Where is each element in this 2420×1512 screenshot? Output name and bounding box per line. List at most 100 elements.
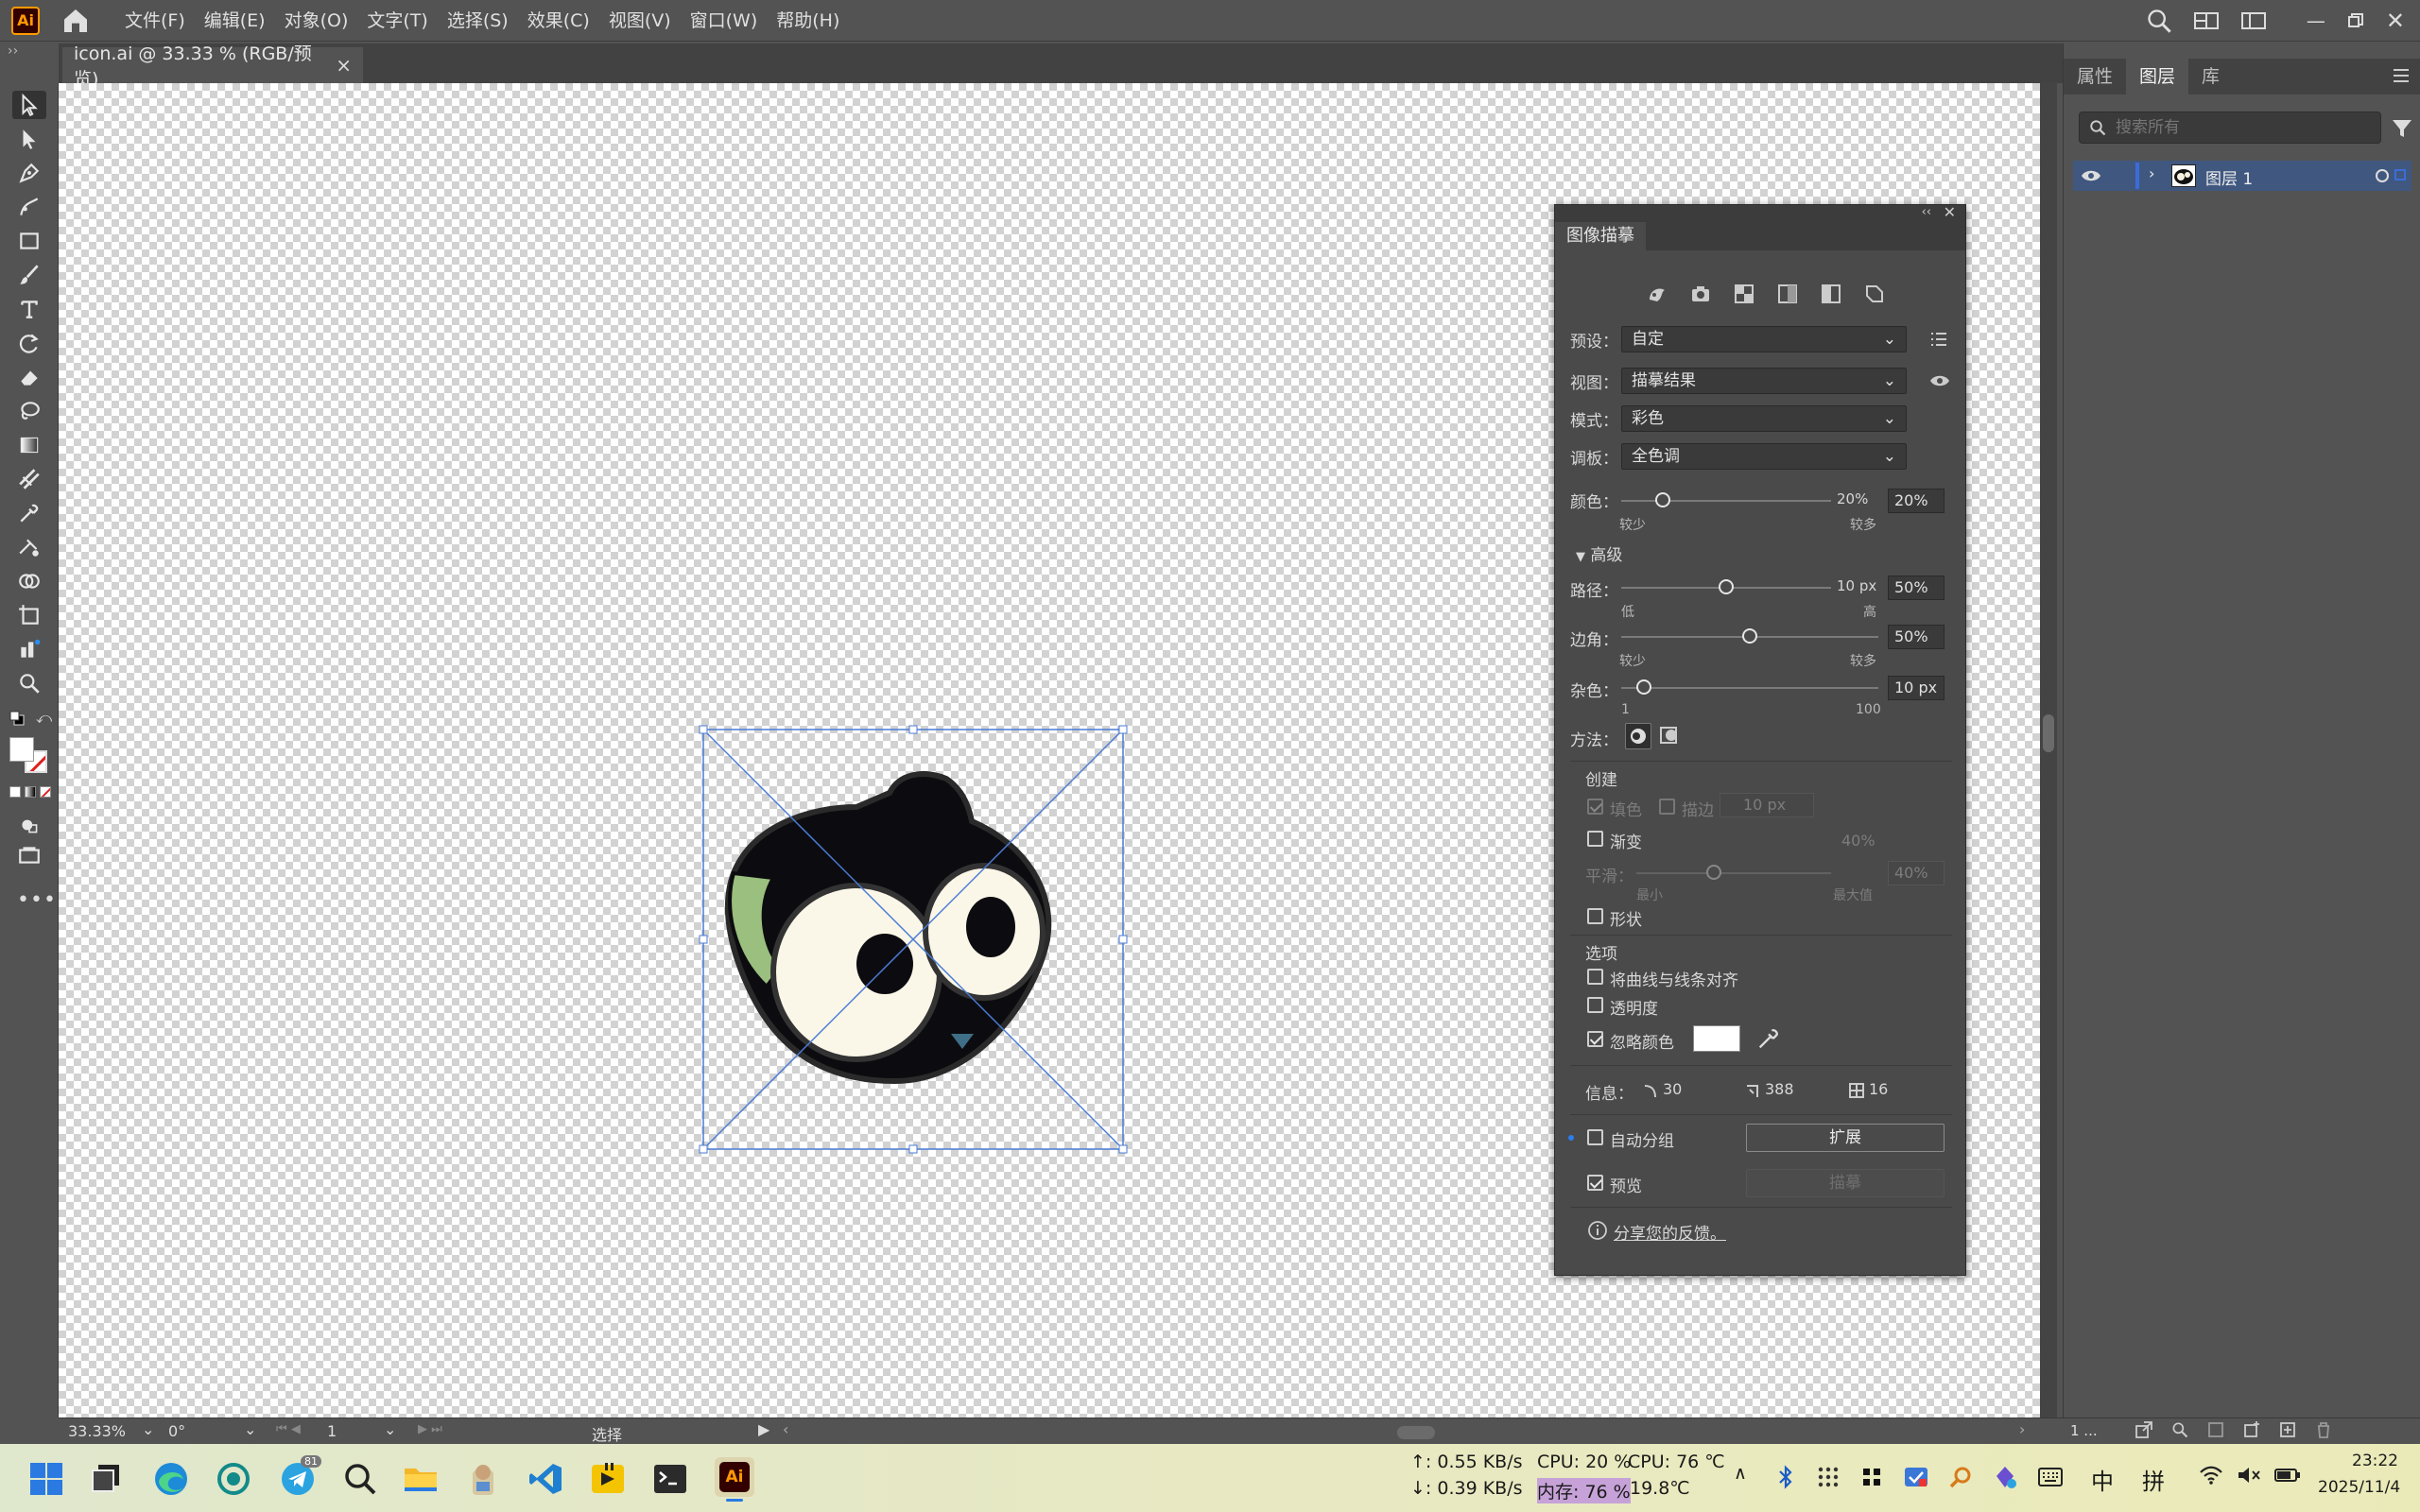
layer-row[interactable]: › 图层 1 bbox=[2073, 161, 2411, 191]
stroke-checkbox[interactable] bbox=[1659, 799, 1675, 815]
rotation-value[interactable]: 0° bbox=[168, 1422, 185, 1440]
preset-dropdown[interactable]: 自定 ⌄ bbox=[1621, 326, 1907, 352]
auto-group-checkbox[interactable] bbox=[1587, 1129, 1603, 1145]
rectangle-tool[interactable] bbox=[14, 227, 44, 255]
fill-white-swatch[interactable] bbox=[9, 737, 34, 762]
scroll-left-icon[interactable]: ‹ bbox=[783, 1420, 788, 1438]
file-explorer-icon[interactable] bbox=[403, 1461, 439, 1497]
layer-search-input[interactable] bbox=[2116, 116, 2371, 139]
status-menu-icon[interactable]: ▶ bbox=[758, 1420, 769, 1438]
type-tool[interactable] bbox=[14, 295, 44, 323]
input-method-pinyin[interactable]: 拼 bbox=[2142, 1463, 2165, 1496]
noise-slider-knob[interactable] bbox=[1636, 679, 1652, 695]
colors-slider-track[interactable] bbox=[1621, 500, 1831, 502]
gradient-checkbox[interactable] bbox=[1587, 831, 1603, 847]
expand-button[interactable]: 扩展 bbox=[1746, 1124, 1945, 1152]
clipping-mask-icon[interactable] bbox=[2206, 1420, 2225, 1439]
view-dropdown[interactable]: 描摹结果 ⌄ bbox=[1621, 368, 1907, 394]
character-app-icon[interactable] bbox=[465, 1461, 501, 1497]
edge-browser-icon[interactable] bbox=[153, 1461, 189, 1497]
scroll-right-icon[interactable]: › bbox=[2019, 1420, 2025, 1438]
keyboard-icon[interactable] bbox=[2038, 1467, 2063, 1487]
shape-checkbox[interactable] bbox=[1587, 908, 1603, 924]
artboard-tool[interactable] bbox=[14, 601, 44, 629]
eyedropper-tool[interactable] bbox=[14, 499, 44, 527]
delete-layer-icon[interactable] bbox=[2314, 1420, 2333, 1439]
layer-selection-indicator[interactable] bbox=[2394, 169, 2406, 180]
curvature-tool[interactable] bbox=[14, 193, 44, 221]
mode-dropdown[interactable]: 彩色 ⌄ bbox=[1621, 405, 1907, 432]
method-abutting-button[interactable] bbox=[1625, 723, 1651, 749]
fill-stroke-swatch[interactable] bbox=[9, 737, 51, 775]
expand-layer-icon[interactable]: › bbox=[2149, 164, 2154, 182]
search-icon[interactable] bbox=[342, 1461, 378, 1497]
menu-window[interactable]: 窗口(W) bbox=[681, 0, 768, 42]
selection-tool[interactable] bbox=[12, 91, 46, 119]
preset-menu-icon[interactable] bbox=[1929, 332, 1948, 347]
method-overlapping-button[interactable] bbox=[1657, 723, 1684, 749]
menu-select[interactable]: 选择(S) bbox=[438, 0, 518, 42]
fill-checkbox[interactable] bbox=[1587, 799, 1603, 815]
smooth-slider-track[interactable] bbox=[1636, 872, 1831, 874]
panel-header-strip[interactable]: ‹‹ ✕ bbox=[1555, 203, 1965, 222]
tray-expand-icon[interactable]: ∧ bbox=[1734, 1463, 1747, 1484]
colors-input[interactable]: 20% bbox=[1888, 489, 1945, 513]
draw-mode[interactable] bbox=[14, 811, 44, 839]
bluetooth-icon[interactable] bbox=[1775, 1465, 1796, 1489]
terminal-icon[interactable] bbox=[652, 1461, 688, 1497]
image-trace-tab[interactable]: 图像描摹 bbox=[1555, 222, 1646, 250]
system-status-icons[interactable] bbox=[2199, 1465, 2301, 1486]
new-layer-icon[interactable] bbox=[2278, 1420, 2297, 1439]
advanced-toggle[interactable]: ▼ 高级 bbox=[1576, 541, 1622, 565]
close-icon[interactable]: ✕ bbox=[2386, 8, 2405, 34]
blend-tool[interactable] bbox=[14, 533, 44, 561]
artboard-number[interactable]: 1 bbox=[327, 1422, 337, 1440]
menu-edit[interactable]: 编辑(E) bbox=[195, 0, 275, 42]
shape-builder-tool[interactable] bbox=[14, 567, 44, 595]
telegram-app[interactable]: 81 bbox=[280, 1455, 321, 1497]
noise-slider-track[interactable] bbox=[1621, 687, 1878, 689]
layer-name[interactable]: 图层 1 bbox=[2205, 165, 2253, 189]
restore-icon[interactable] bbox=[2346, 11, 2365, 30]
workspace-icon[interactable] bbox=[2240, 9, 2267, 32]
home-icon[interactable] bbox=[60, 6, 91, 36]
color-button[interactable] bbox=[9, 786, 21, 798]
pen-tool[interactable] bbox=[14, 159, 44, 187]
mesh-tool[interactable] bbox=[14, 465, 44, 493]
artboard-dropdown-icon[interactable]: ⌄ bbox=[384, 1420, 396, 1438]
preview-checkbox[interactable] bbox=[1587, 1175, 1603, 1191]
swap-colors-icon[interactable]: ⤺ bbox=[36, 709, 52, 728]
player-app-icon[interactable] bbox=[590, 1461, 626, 1497]
collapse-panel-icon[interactable]: ‹‹ bbox=[1922, 205, 1931, 219]
screen-mode[interactable] bbox=[14, 841, 44, 869]
palette-dropdown[interactable]: 全色调 ⌄ bbox=[1621, 443, 1907, 470]
corners-input[interactable]: 50% bbox=[1888, 625, 1945, 649]
stroke-width-input[interactable]: 10 px bbox=[1720, 793, 1814, 817]
smooth-slider-knob[interactable] bbox=[1706, 865, 1722, 880]
network-app-icon[interactable] bbox=[216, 1461, 251, 1497]
search-icon[interactable] bbox=[2146, 8, 2172, 34]
rotation-dropdown-icon[interactable]: ⌄ bbox=[244, 1420, 256, 1438]
more-tools-icon[interactable]: ••• bbox=[17, 888, 57, 912]
auto-color-icon[interactable] bbox=[1646, 283, 1668, 305]
document-tab[interactable]: icon.ai @ 33.33 % (RGB/预览) × bbox=[62, 43, 363, 90]
tab-properties[interactable]: 属性 bbox=[2064, 59, 2126, 94]
filter-icon[interactable] bbox=[2391, 117, 2413, 140]
menu-type[interactable]: 文字(T) bbox=[357, 0, 437, 42]
chart-tool[interactable] bbox=[14, 635, 44, 663]
eraser-tool[interactable] bbox=[14, 363, 44, 391]
magnifier-tool-icon[interactable] bbox=[1949, 1466, 1972, 1488]
menu-object[interactable]: 对象(O) bbox=[275, 0, 358, 42]
trace-button[interactable]: 描摹 bbox=[1746, 1169, 1945, 1197]
low-color-icon[interactable] bbox=[1733, 283, 1755, 305]
menu-effect[interactable]: 效果(C) bbox=[518, 0, 599, 42]
gradient-tool[interactable] bbox=[14, 431, 44, 459]
outline-icon[interactable] bbox=[1863, 283, 1886, 305]
corners-slider-knob[interactable] bbox=[1742, 628, 1757, 644]
none-button[interactable] bbox=[40, 786, 51, 798]
next-artboard-icon[interactable]: ▶ ⏭ bbox=[418, 1422, 442, 1436]
vscode-icon[interactable] bbox=[527, 1461, 563, 1497]
visibility-eye-icon[interactable] bbox=[2081, 168, 2101, 183]
lasso-tool[interactable] bbox=[14, 397, 44, 425]
new-sublayer-icon[interactable] bbox=[2242, 1420, 2261, 1439]
